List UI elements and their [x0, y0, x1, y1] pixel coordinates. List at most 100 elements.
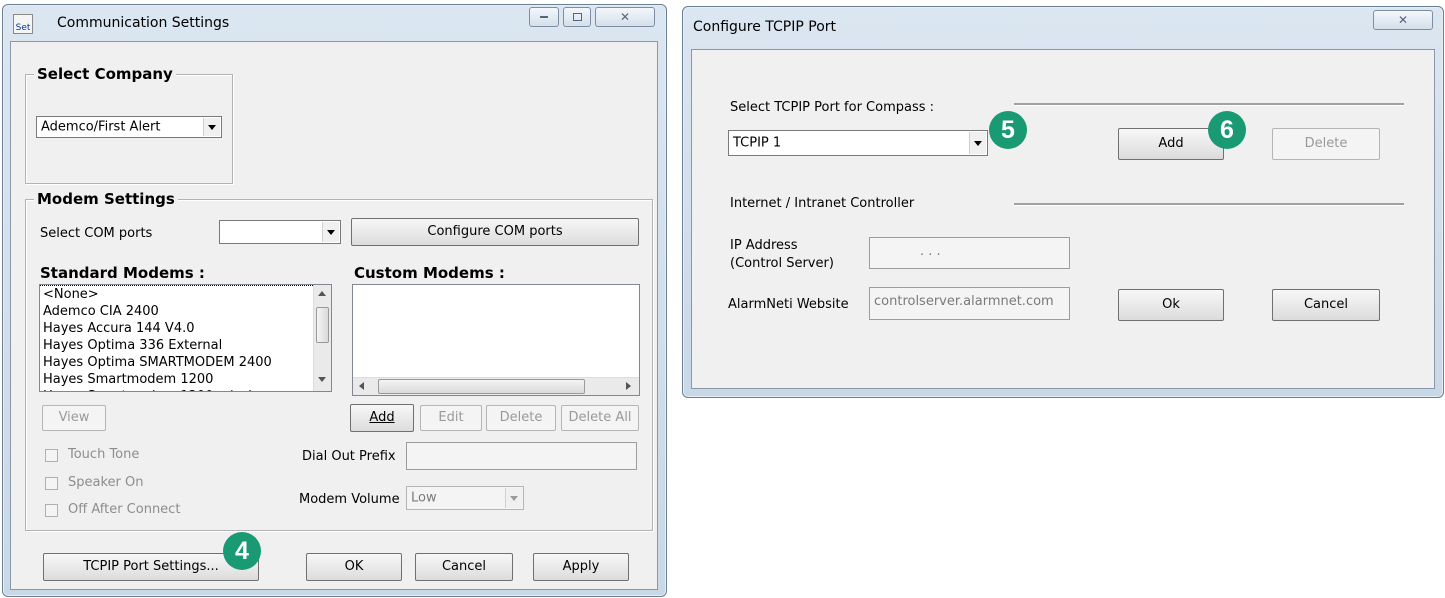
chevron-down-icon[interactable] [505, 488, 522, 508]
apply-button[interactable]: Apply [533, 553, 629, 581]
close-button[interactable]: ✕ [595, 7, 655, 27]
off-after-connect-checkbox[interactable] [45, 504, 58, 517]
list-item[interactable]: Ademco CIA 2400 [40, 303, 331, 320]
step-badge-5: 5 [989, 111, 1027, 149]
configure-tcpip-window: Configure TCPIP Port ✕ Select TCPIP Port… [682, 6, 1444, 398]
close-icon: ✕ [619, 10, 631, 24]
tcpip-ok-button[interactable]: Ok [1118, 289, 1224, 321]
ok-button[interactable]: OK [306, 553, 402, 581]
maximize-icon [572, 13, 582, 21]
maximize-button[interactable] [563, 7, 591, 27]
modem-volume-dropdown[interactable]: Low [406, 486, 524, 510]
ip-address-value: . . . [920, 244, 941, 259]
modem-settings-group: Modem Settings Select COM ports Configur… [25, 190, 653, 531]
standard-modems-heading: Standard Modems : [40, 264, 205, 282]
ok-label: OK [344, 559, 364, 574]
apply-label: Apply [562, 559, 600, 574]
list-item[interactable]: Hayes Optima 336 External [40, 337, 331, 354]
list-item[interactable]: <None> [40, 285, 331, 303]
custom-modems-list[interactable] [352, 284, 640, 396]
edit-label: Edit [438, 410, 464, 425]
separator-line [1014, 203, 1404, 206]
close-icon: ✕ [1397, 13, 1409, 27]
tcpip-port-dropdown[interactable]: TCPIP 1 [728, 130, 988, 156]
tcpip-client-area: Select TCPIP Port for Compass : TCPIP 1 … [691, 49, 1435, 389]
modem-volume-value: Low [411, 490, 437, 506]
tcpip-cancel-button[interactable]: Cancel [1272, 289, 1380, 321]
communication-settings-window: Set Communication Settings ✕ Select Comp… [2, 4, 667, 597]
list-item[interactable]: Hayes Smartmodem 1200 [40, 371, 331, 388]
step-badge-4: 4 [223, 532, 261, 570]
tcpip-delete-button[interactable]: Delete [1272, 128, 1380, 160]
app-icon: Set [13, 14, 33, 34]
chevron-down-icon[interactable] [969, 132, 986, 154]
minimize-icon [540, 16, 548, 18]
window-title: Communication Settings [57, 15, 230, 31]
select-port-label: Select TCPIP Port for Compass : [730, 100, 935, 115]
view-button[interactable]: View [42, 405, 106, 431]
edit-modem-button[interactable]: Edit [420, 405, 482, 431]
delete-all-button[interactable]: Delete All [561, 405, 639, 431]
standard-modems-items: <None> Ademco CIA 2400 Hayes Accura 144 V4… [40, 285, 331, 391]
chevron-down-icon[interactable] [322, 222, 339, 242]
tcpip-window-title: Configure TCPIP Port [693, 19, 837, 35]
tcpip-close-button[interactable]: ✕ [1373, 10, 1433, 30]
configure-com-ports-button[interactable]: Configure COM ports [351, 218, 639, 246]
delete-label: Delete [499, 410, 543, 425]
minimize-button[interactable] [529, 7, 559, 27]
scroll-thumb[interactable] [316, 307, 329, 343]
com-ports-label: Select COM ports [40, 226, 153, 241]
add-label: Add [369, 410, 395, 425]
separator-line [1014, 103, 1404, 106]
scroll-down-icon[interactable] [318, 377, 326, 382]
tcpip-port-value: TCPIP 1 [733, 135, 782, 151]
cancel-label: Cancel [441, 559, 487, 574]
dial-out-prefix-label: Dial Out Prefix [302, 449, 396, 464]
website-label: AlarmNeti Website [728, 297, 849, 312]
controller-label: Internet / Intranet Controller [730, 196, 915, 211]
standard-modems-scrollbar[interactable] [313, 285, 331, 391]
scroll-thumb[interactable] [378, 379, 585, 394]
tcpip-cancel-label: Cancel [1303, 297, 1349, 312]
tcpip-add-label: Add [1158, 136, 1184, 151]
custom-modems-heading: Custom Modems : [354, 264, 505, 282]
list-item[interactable]: Hayes Accura 144 V4.0 [40, 320, 331, 337]
ip-address-sublabel: (Control Server) [730, 256, 834, 271]
cancel-button[interactable]: Cancel [415, 553, 513, 581]
scroll-left-icon[interactable] [359, 382, 364, 390]
tcpip-ok-label: Ok [1162, 297, 1180, 312]
company-dropdown[interactable]: Ademco/First Alert [36, 116, 222, 138]
add-modem-button[interactable]: Add [350, 404, 414, 432]
standard-modems-list[interactable]: <None> Ademco CIA 2400 Hayes Accura 144 V4… [39, 284, 332, 392]
touch-tone-label: Touch Tone [68, 447, 140, 462]
list-item[interactable]: Hayes Optima SMARTMODEM 2400 [40, 354, 331, 371]
dial-out-prefix-input[interactable] [406, 442, 637, 470]
select-company-group: Select Company Ademco/First Alert [25, 65, 233, 184]
comm-client-area: Select Company Ademco/First Alert Modem … [10, 41, 658, 590]
speaker-on-checkbox[interactable] [45, 477, 58, 490]
custom-modems-scrollbar[interactable] [353, 377, 639, 395]
select-company-label: Select Company [34, 65, 176, 83]
configure-com-ports-label: Configure COM ports [427, 224, 563, 239]
list-item[interactable]: Hayes Smartmodem 1200 w/vol [40, 388, 331, 391]
scroll-up-icon[interactable] [318, 291, 326, 296]
chevron-down-icon[interactable] [203, 118, 220, 136]
com-ports-dropdown[interactable] [219, 220, 341, 244]
delete-modem-button[interactable]: Delete [486, 405, 556, 431]
speaker-on-label: Speaker On [68, 475, 144, 490]
ip-address-input[interactable]: . . . [869, 237, 1070, 269]
off-after-connect-label: Off After Connect [68, 502, 181, 517]
delete-all-label: Delete All [568, 410, 632, 425]
view-label: View [58, 410, 90, 425]
tcpip-port-settings-label: TCPIP Port Settings... [83, 559, 219, 574]
app-icon-text: Set [15, 23, 31, 33]
ip-address-label: IP Address [730, 238, 798, 253]
tcpip-title-bar[interactable]: Configure TCPIP Port ✕ [683, 7, 1443, 41]
title-bar[interactable]: Set Communication Settings ✕ [3, 5, 666, 39]
step-badge-6: 6 [1208, 111, 1246, 149]
company-value: Ademco/First Alert [41, 119, 161, 135]
scroll-right-icon[interactable] [626, 382, 631, 390]
modem-volume-label: Modem Volume [299, 492, 400, 507]
website-input[interactable]: controlserver.alarmnet.com [869, 287, 1070, 320]
touch-tone-checkbox[interactable] [45, 449, 58, 462]
